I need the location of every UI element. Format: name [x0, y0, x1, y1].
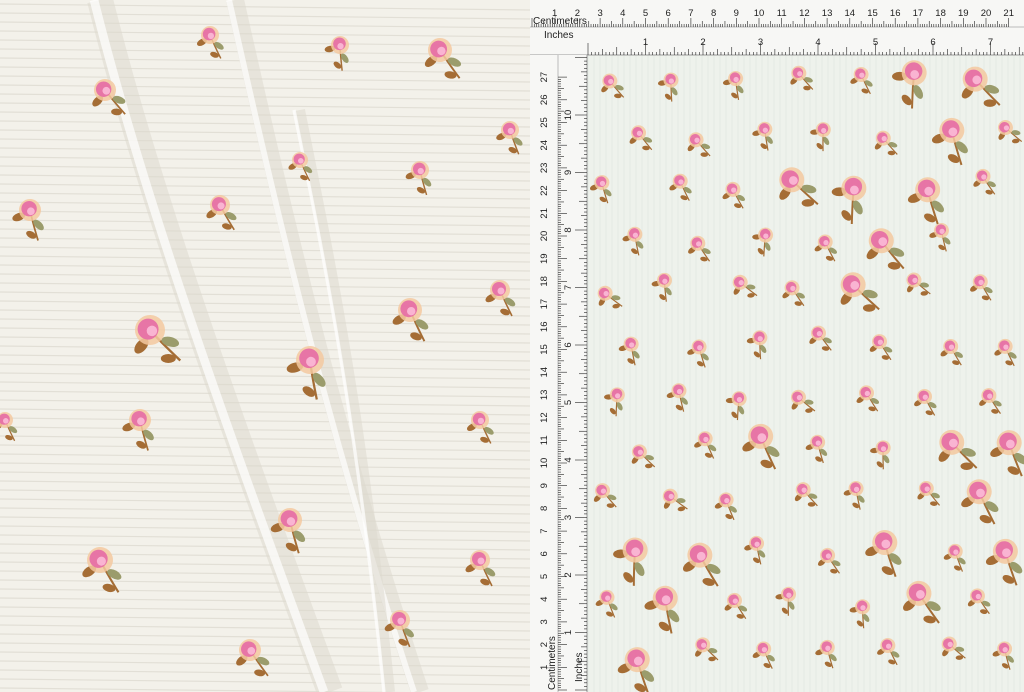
cm-tick-label: 11 [777, 8, 787, 19]
cm-tick-label: 8 [711, 8, 716, 19]
cm-tick-label: 2 [575, 8, 580, 19]
cm-tick-label: 12 [799, 8, 810, 19]
cm-tick-label: 20 [981, 8, 992, 19]
vertical-cm-tick-label: 11 [539, 435, 550, 445]
cm-tick-label: 10 [754, 8, 765, 19]
vertical-cm-tick-label: 14 [539, 367, 550, 378]
inch-tick-label: 4 [815, 37, 820, 48]
vertical-cm-tick-label: 27 [539, 72, 550, 83]
vertical-inches-label: Inches [574, 653, 585, 682]
vertical-cm-tick-label: 17 [539, 299, 550, 310]
vertical-cm-tick-label: 10 [539, 458, 550, 469]
vertical-cm-tick-label: 18 [539, 276, 550, 287]
cm-tick-label: 15 [867, 8, 878, 19]
cm-tick-label: 6 [666, 8, 671, 19]
inch-tick-label: 3 [758, 37, 763, 48]
vertical-cm-tick-label: 13 [539, 390, 550, 401]
vertical-cm-tick-label: 5 [539, 574, 550, 579]
vertical-cm-tick-label: 6 [539, 551, 550, 556]
vertical-inch-tick-label: 2 [563, 572, 574, 577]
cm-tick-label: 3 [597, 8, 602, 19]
vertical-cm-tick-label: 8 [539, 506, 550, 511]
vertical-cm-tick-label: 26 [539, 95, 550, 106]
vertical-inch-tick-label: 4 [563, 457, 574, 462]
vertical-centimeters-label: Centimeters [547, 636, 558, 690]
vertical-inch-tick-label: 1 [563, 630, 574, 635]
vertical-cm-tick-label: 19 [539, 253, 550, 264]
vertical-cm-tick-label: 3 [539, 619, 550, 624]
inch-tick-label: 1 [643, 37, 648, 48]
vertical-cm-tick-label: 25 [539, 117, 550, 128]
vertical-cm-tick-label: 24 [539, 140, 550, 151]
cm-tick-label: 17 [913, 8, 924, 19]
folded-rib-knit-fabric [0, 0, 530, 692]
folded-fabric-photo [0, 0, 530, 692]
vertical-inch-tick-label: 3 [563, 515, 574, 520]
vertical-cm-tick-label: 15 [539, 344, 550, 355]
vertical-inch-tick-label: 9 [563, 170, 574, 175]
vertical-inch-tick-label: 5 [563, 400, 574, 405]
cm-tick-label: 13 [822, 8, 833, 19]
vertical-inch-tick-label: 6 [563, 342, 574, 347]
vertical-inch-tick-label: 7 [563, 285, 574, 290]
vertical-cm-tick-label: 23 [539, 163, 550, 174]
vertical-cm-tick-label: 4 [539, 597, 550, 602]
cm-tick-label: 14 [845, 8, 856, 19]
cm-tick-label: 18 [935, 8, 946, 19]
inch-tick-label: 7 [988, 37, 993, 48]
flat-fabric-with-ruler: Centimeters Inches 1 2 3 4 5 6 7 8 9 10 11 12 13 14 15 16… [530, 0, 1024, 692]
vertical-inch-tick-label: 10 [563, 110, 574, 121]
cm-tick-label: 21 [1003, 8, 1014, 19]
cm-tick-label: 16 [890, 8, 901, 19]
cm-tick-label: 7 [688, 8, 693, 19]
inches-label: Inches [544, 30, 573, 41]
product-photo: Centimeters Inches 1 2 3 4 5 6 7 8 9 10 11 12 13 14 15 16… [0, 0, 1024, 692]
vertical-cm-tick-label: 20 [539, 231, 550, 242]
inch-tick-label: 2 [700, 37, 705, 48]
vertical-ruler: 1234567891011121314151617181920212223242… [530, 55, 588, 692]
vertical-cm-tick-label: 12 [539, 412, 550, 423]
cm-tick-label: 9 [734, 8, 739, 19]
vertical-cm-tick-label: 16 [539, 322, 550, 333]
cm-tick-label: 4 [620, 8, 625, 19]
inch-tick-label: 5 [873, 37, 878, 48]
vertical-cm-tick-label: 22 [539, 185, 550, 196]
cm-tick-label: 19 [958, 8, 969, 19]
vertical-cm-tick-label: 21 [539, 208, 550, 219]
cm-tick-label: 5 [643, 8, 648, 19]
flat-rib-knit-fabric: CentimetersInches1 2 3 4 5 6 7 8 9 10 11 12 13 14 15 16… [530, 0, 1024, 692]
vertical-inch-tick-label: 8 [563, 227, 574, 232]
vertical-cm-tick-label: 9 [539, 483, 550, 488]
inch-tick-label: 6 [930, 37, 935, 48]
vertical-cm-tick-label: 7 [539, 528, 550, 533]
cm-tick-label: 1 [552, 8, 557, 19]
horizontal-ruler: CentimetersInches1 2 3 4 5 6 7 8 9 10 11 12 13 14 15 16… [530, 0, 1024, 56]
